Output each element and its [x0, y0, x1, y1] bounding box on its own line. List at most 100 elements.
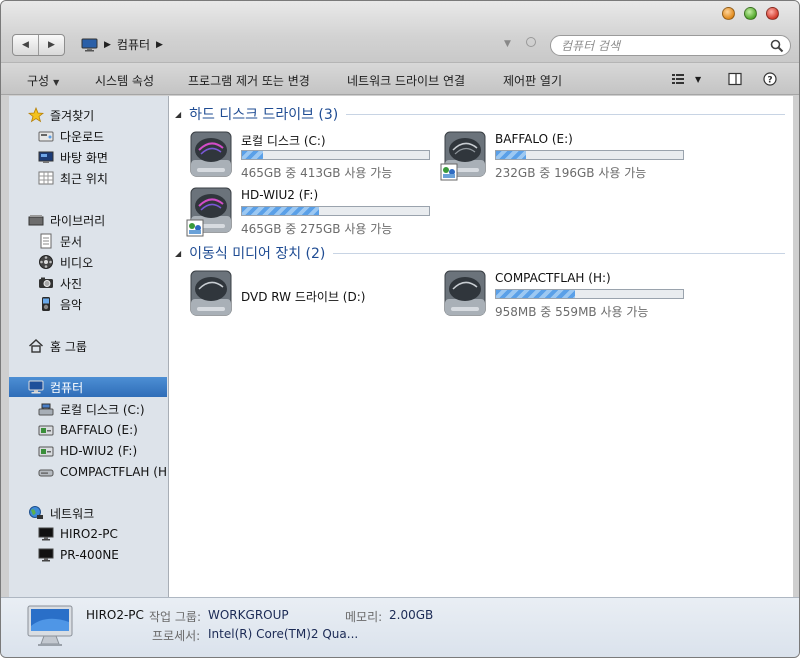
maximize-button[interactable] — [744, 7, 757, 20]
breadcrumb-expand-icon[interactable]: ▶ — [156, 40, 163, 50]
nav-network-pc-1[interactable]: HIRO2-PC — [9, 524, 167, 544]
nav-documents[interactable]: 문서 — [9, 231, 167, 251]
nav-network-pc-2[interactable]: PR-400NE — [9, 545, 167, 565]
navigation-pane: 즐겨찾기 다운로드 바탕 화면 최근 위치 라이브러리 문서 비디오 사진 음악… — [9, 96, 169, 597]
title-bar: ◀ ▶ ▶ 컴퓨터 ▶ ▼ — [1, 1, 799, 62]
nav-drive-e-label: BAFFALO (E:) — [60, 423, 138, 437]
group-header-removable[interactable]: ◢ 이동식 미디어 장치 (2) — [175, 244, 785, 262]
nav-favorites[interactable]: 즐겨찾기 — [9, 105, 167, 125]
help-icon[interactable]: ? — [763, 72, 777, 86]
breadcrumb-separator-icon[interactable]: ▶ — [104, 40, 111, 50]
details-processor-label: 프로세서: — [152, 629, 201, 643]
drive-name-e: BAFFALO (E:) — [495, 132, 573, 146]
drive-usage-bar-h — [495, 289, 684, 299]
downloads-icon — [38, 131, 54, 142]
nav-drive-h[interactable]: COMPACTFLAH (H:) — [9, 462, 167, 482]
drive-usage-bar-e — [495, 150, 684, 160]
collapse-triangle-icon[interactable]: ◢ — [175, 249, 181, 258]
drive-free-space-f: 465GB 중 275GB 사용 가능 — [241, 222, 393, 236]
drive-usage-fill-f — [242, 207, 319, 215]
details-memory-value: 2.00GB — [389, 608, 434, 622]
breadcrumb[interactable]: ▶ 컴퓨터 ▶ — [81, 36, 163, 53]
details-workgroup-value: WORKGROUP — [208, 608, 289, 622]
details-computer-name: HIRO2-PC — [86, 608, 144, 622]
nav-homegroup[interactable]: 홈 그룹 — [9, 336, 167, 356]
drive-name-f: HD-WIU2 (F:) — [241, 188, 319, 202]
nav-videos-label: 비디오 — [60, 255, 94, 270]
explorer-window: ◀ ▶ ▶ 컴퓨터 ▶ ▼ 구성▼ 시스템 속성 — [0, 0, 800, 658]
drive-free-space-c: 465GB 중 413GB 사용 가능 — [241, 166, 393, 180]
forward-arrow-icon: ▶ — [48, 40, 55, 50]
organize-label: 구성 — [27, 74, 50, 88]
breadcrumb-computer[interactable]: 컴퓨터 — [117, 36, 150, 53]
minimize-button[interactable] — [722, 7, 735, 20]
group-header-hard-disks[interactable]: ◢ 하드 디스크 드라이브 (3) — [175, 105, 785, 123]
nav-desktop-label: 바탕 화면 — [60, 150, 108, 165]
network-drive-icon — [38, 446, 54, 457]
nav-drive-c-label: 로컬 디스크 (C:) — [60, 402, 145, 417]
shared-overlay-icon — [440, 163, 458, 181]
music-player-icon — [42, 297, 50, 311]
nav-drive-c[interactable]: 로컬 디스크 (C:) — [9, 399, 167, 419]
nav-computer[interactable]: 컴퓨터 — [9, 377, 167, 397]
details-workgroup-label: 작업 그룹: — [149, 610, 202, 624]
drive-name-d: DVD RW 드라이브 (D:) — [241, 290, 366, 304]
svg-text:?: ? — [767, 76, 772, 86]
search-icon[interactable] — [770, 39, 784, 53]
nav-favorites-label: 즐겨찾기 — [50, 108, 95, 123]
preview-pane-icon[interactable] — [728, 72, 742, 86]
back-button[interactable]: ◀ — [13, 35, 38, 55]
computer-icon — [81, 38, 98, 51]
nav-pictures[interactable]: 사진 — [9, 273, 167, 293]
camera-icon — [39, 277, 53, 288]
nav-drive-e[interactable]: BAFFALO (E:) — [9, 420, 167, 440]
nav-drive-h-label: COMPACTFLAH (H:) — [60, 465, 167, 479]
nav-homegroup-label: 홈 그룹 — [50, 339, 87, 354]
address-history-dropdown[interactable]: ▼ — [504, 39, 511, 49]
content-pane: ◢ 하드 디스크 드라이브 (3) 로컬 디스크 (C:) 465GB 중 41… — [169, 96, 793, 597]
dvd-drive-icon — [190, 270, 232, 316]
drive-item-h[interactable]: COMPACTFLAH (H:) 958MB 중 559MB 사용 가능 — [443, 269, 693, 321]
view-dropdown-icon[interactable]: ▼ — [695, 75, 701, 84]
nav-downloads-label: 다운로드 — [60, 129, 105, 144]
forward-button[interactable]: ▶ — [38, 35, 64, 55]
nav-drive-f[interactable]: HD-WIU2 (F:) — [9, 441, 167, 461]
drive-item-f[interactable]: HD-WIU2 (F:) 465GB 중 275GB 사용 가능 — [186, 186, 439, 238]
organize-button[interactable]: 구성 ▼ — [27, 72, 59, 89]
view-options-icon[interactable] — [671, 72, 685, 86]
open-control-panel-button[interactable]: 제어판 열기 — [503, 72, 562, 89]
computer-icon — [28, 380, 44, 394]
drive-item-e[interactable]: BAFFALO (E:) 232GB 중 196GB 사용 가능 — [440, 130, 693, 182]
nav-libraries[interactable]: 라이브러리 — [9, 210, 167, 230]
drive-usage-fill-e — [496, 151, 526, 159]
nav-pictures-label: 사진 — [60, 276, 83, 291]
uninstall-program-button[interactable]: 프로그램 제거 또는 변경 — [188, 72, 310, 89]
close-button[interactable] — [766, 7, 779, 20]
search-box[interactable] — [550, 35, 791, 56]
nav-buttons: ◀ ▶ — [12, 34, 65, 56]
collapse-triangle-icon[interactable]: ◢ — [175, 110, 181, 119]
refresh-icon[interactable] — [526, 37, 536, 47]
nav-downloads[interactable]: 다운로드 — [9, 126, 167, 146]
nav-music[interactable]: 음악 — [9, 294, 167, 314]
nav-desktop[interactable]: 바탕 화면 — [9, 147, 167, 167]
search-input[interactable] — [561, 38, 761, 53]
home-icon — [29, 339, 43, 353]
group-divider — [333, 252, 785, 254]
nav-videos[interactable]: 비디오 — [9, 252, 167, 272]
drive-usage-fill-c — [242, 151, 263, 159]
drive-free-space-e: 232GB 중 196GB 사용 가능 — [495, 166, 647, 180]
drive-usage-bar-c — [241, 150, 430, 160]
map-network-drive-button[interactable]: 네트워크 드라이브 연결 — [347, 72, 465, 89]
drive-item-d[interactable]: DVD RW 드라이브 (D:) — [189, 269, 439, 321]
recent-places-icon — [38, 171, 54, 185]
drive-item-c[interactable]: 로컬 디스크 (C:) 465GB 중 413GB 사용 가능 — [189, 130, 439, 182]
drive-usage-fill-h — [496, 290, 575, 298]
nav-documents-label: 문서 — [60, 234, 83, 249]
nav-network[interactable]: 네트워크 — [9, 503, 167, 523]
nav-recent-places[interactable]: 최근 위치 — [9, 168, 167, 188]
chevron-down-icon: ▼ — [53, 78, 60, 87]
system-properties-button[interactable]: 시스템 속성 — [95, 72, 154, 89]
nav-computer-label: 컴퓨터 — [50, 380, 84, 395]
group-divider — [346, 113, 785, 115]
